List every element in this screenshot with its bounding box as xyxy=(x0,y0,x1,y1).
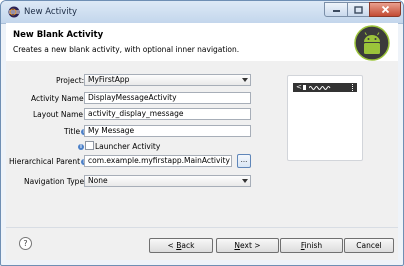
dialog-window: New Activity New Blank Activity Creates … xyxy=(0,0,404,266)
back-button[interactable]: < Back xyxy=(149,238,213,253)
android-logo xyxy=(354,25,390,61)
info-icon: i xyxy=(78,144,84,150)
help-button[interactable]: ? xyxy=(19,237,32,250)
activity-preview: < xyxy=(287,75,363,161)
project-value: MyFirstApp xyxy=(88,75,130,84)
wizard-description: Creates a new blank activity, with optio… xyxy=(13,45,240,54)
title-bar: New Activity xyxy=(1,1,403,24)
hierarchical-parent-input[interactable]: com.example.myfirstapp.MainActivity xyxy=(84,155,232,167)
close-icon xyxy=(381,5,389,14)
minimize-button[interactable] xyxy=(324,2,348,17)
form-area: Project: MyFirstApp Activity Namei Displ… xyxy=(6,61,398,227)
chevron-down-icon xyxy=(242,179,248,183)
navigation-type-select[interactable]: None xyxy=(84,175,251,187)
navigation-type-value: None xyxy=(88,176,108,185)
title-squiggle-icon xyxy=(309,86,331,90)
wizard-title: New Blank Activity xyxy=(13,30,104,40)
hierarchical-parent-label: Hierarchical Parenti xyxy=(9,157,88,166)
navigation-type-label: Navigation Typei xyxy=(24,177,92,186)
maximize-button[interactable] xyxy=(347,2,370,17)
project-label: Project: xyxy=(56,76,85,85)
button-bar: ? < Back Next > Finish Cancel xyxy=(6,227,398,260)
launcher-activity-label: Launcher Activity xyxy=(95,142,161,151)
close-button[interactable] xyxy=(369,2,401,17)
layout-name-label: Layout Namei xyxy=(33,110,91,119)
minimize-icon xyxy=(332,9,340,12)
maximize-icon xyxy=(354,5,363,14)
layout-name-input[interactable]: activity_display_message xyxy=(84,108,251,120)
finish-button[interactable]: Finish xyxy=(280,238,343,253)
app-icon xyxy=(303,85,306,90)
browse-button[interactable]: ... xyxy=(237,154,251,168)
wizard-header: New Blank Activity Creates a new blank a… xyxy=(6,23,398,62)
activity-name-label: Activity Namei xyxy=(31,94,91,103)
overflow-menu-icon xyxy=(352,84,354,91)
eclipse-icon xyxy=(8,6,20,18)
next-button[interactable]: Next > xyxy=(216,238,279,253)
cancel-button[interactable]: Cancel xyxy=(344,238,394,253)
preview-action-bar: < xyxy=(293,83,357,92)
title-input[interactable]: My Message xyxy=(84,125,251,137)
back-arrow-icon: < xyxy=(296,83,302,91)
activity-name-input[interactable]: DisplayMessageActivity xyxy=(84,92,251,104)
window-title: New Activity xyxy=(24,7,78,17)
launcher-activity-checkbox[interactable] xyxy=(85,141,94,150)
chevron-down-icon xyxy=(242,78,248,82)
project-select[interactable]: MyFirstApp xyxy=(84,74,251,86)
